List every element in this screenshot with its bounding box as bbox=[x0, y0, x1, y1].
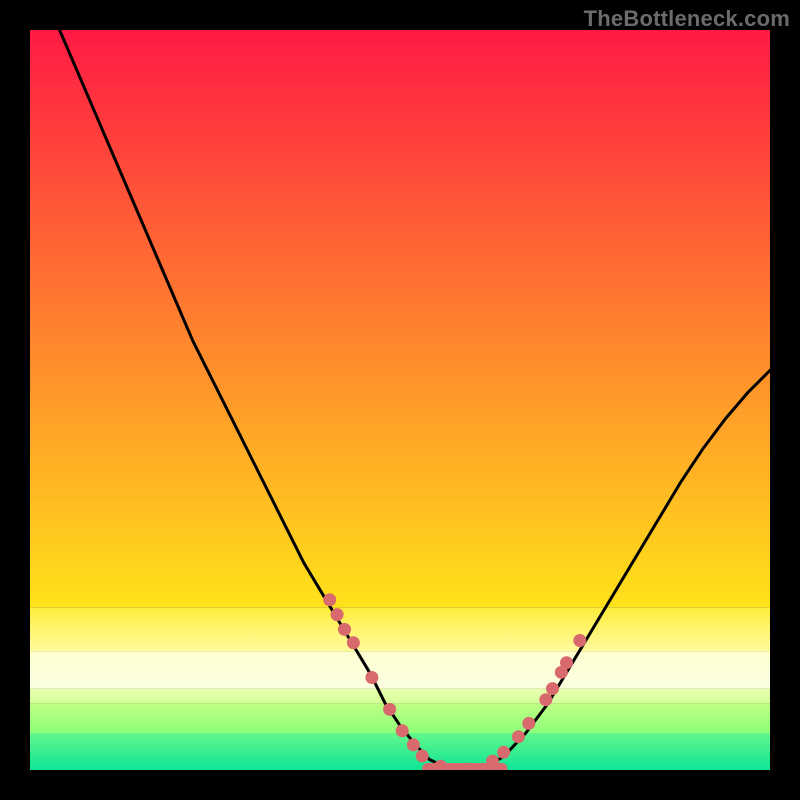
background-gradient bbox=[30, 30, 770, 770]
chart-stage: TheBottleneck.com bbox=[0, 0, 800, 800]
bottleneck-chart-svg bbox=[30, 30, 770, 770]
watermark-text: TheBottleneck.com bbox=[584, 6, 790, 32]
plot-area bbox=[30, 30, 770, 770]
